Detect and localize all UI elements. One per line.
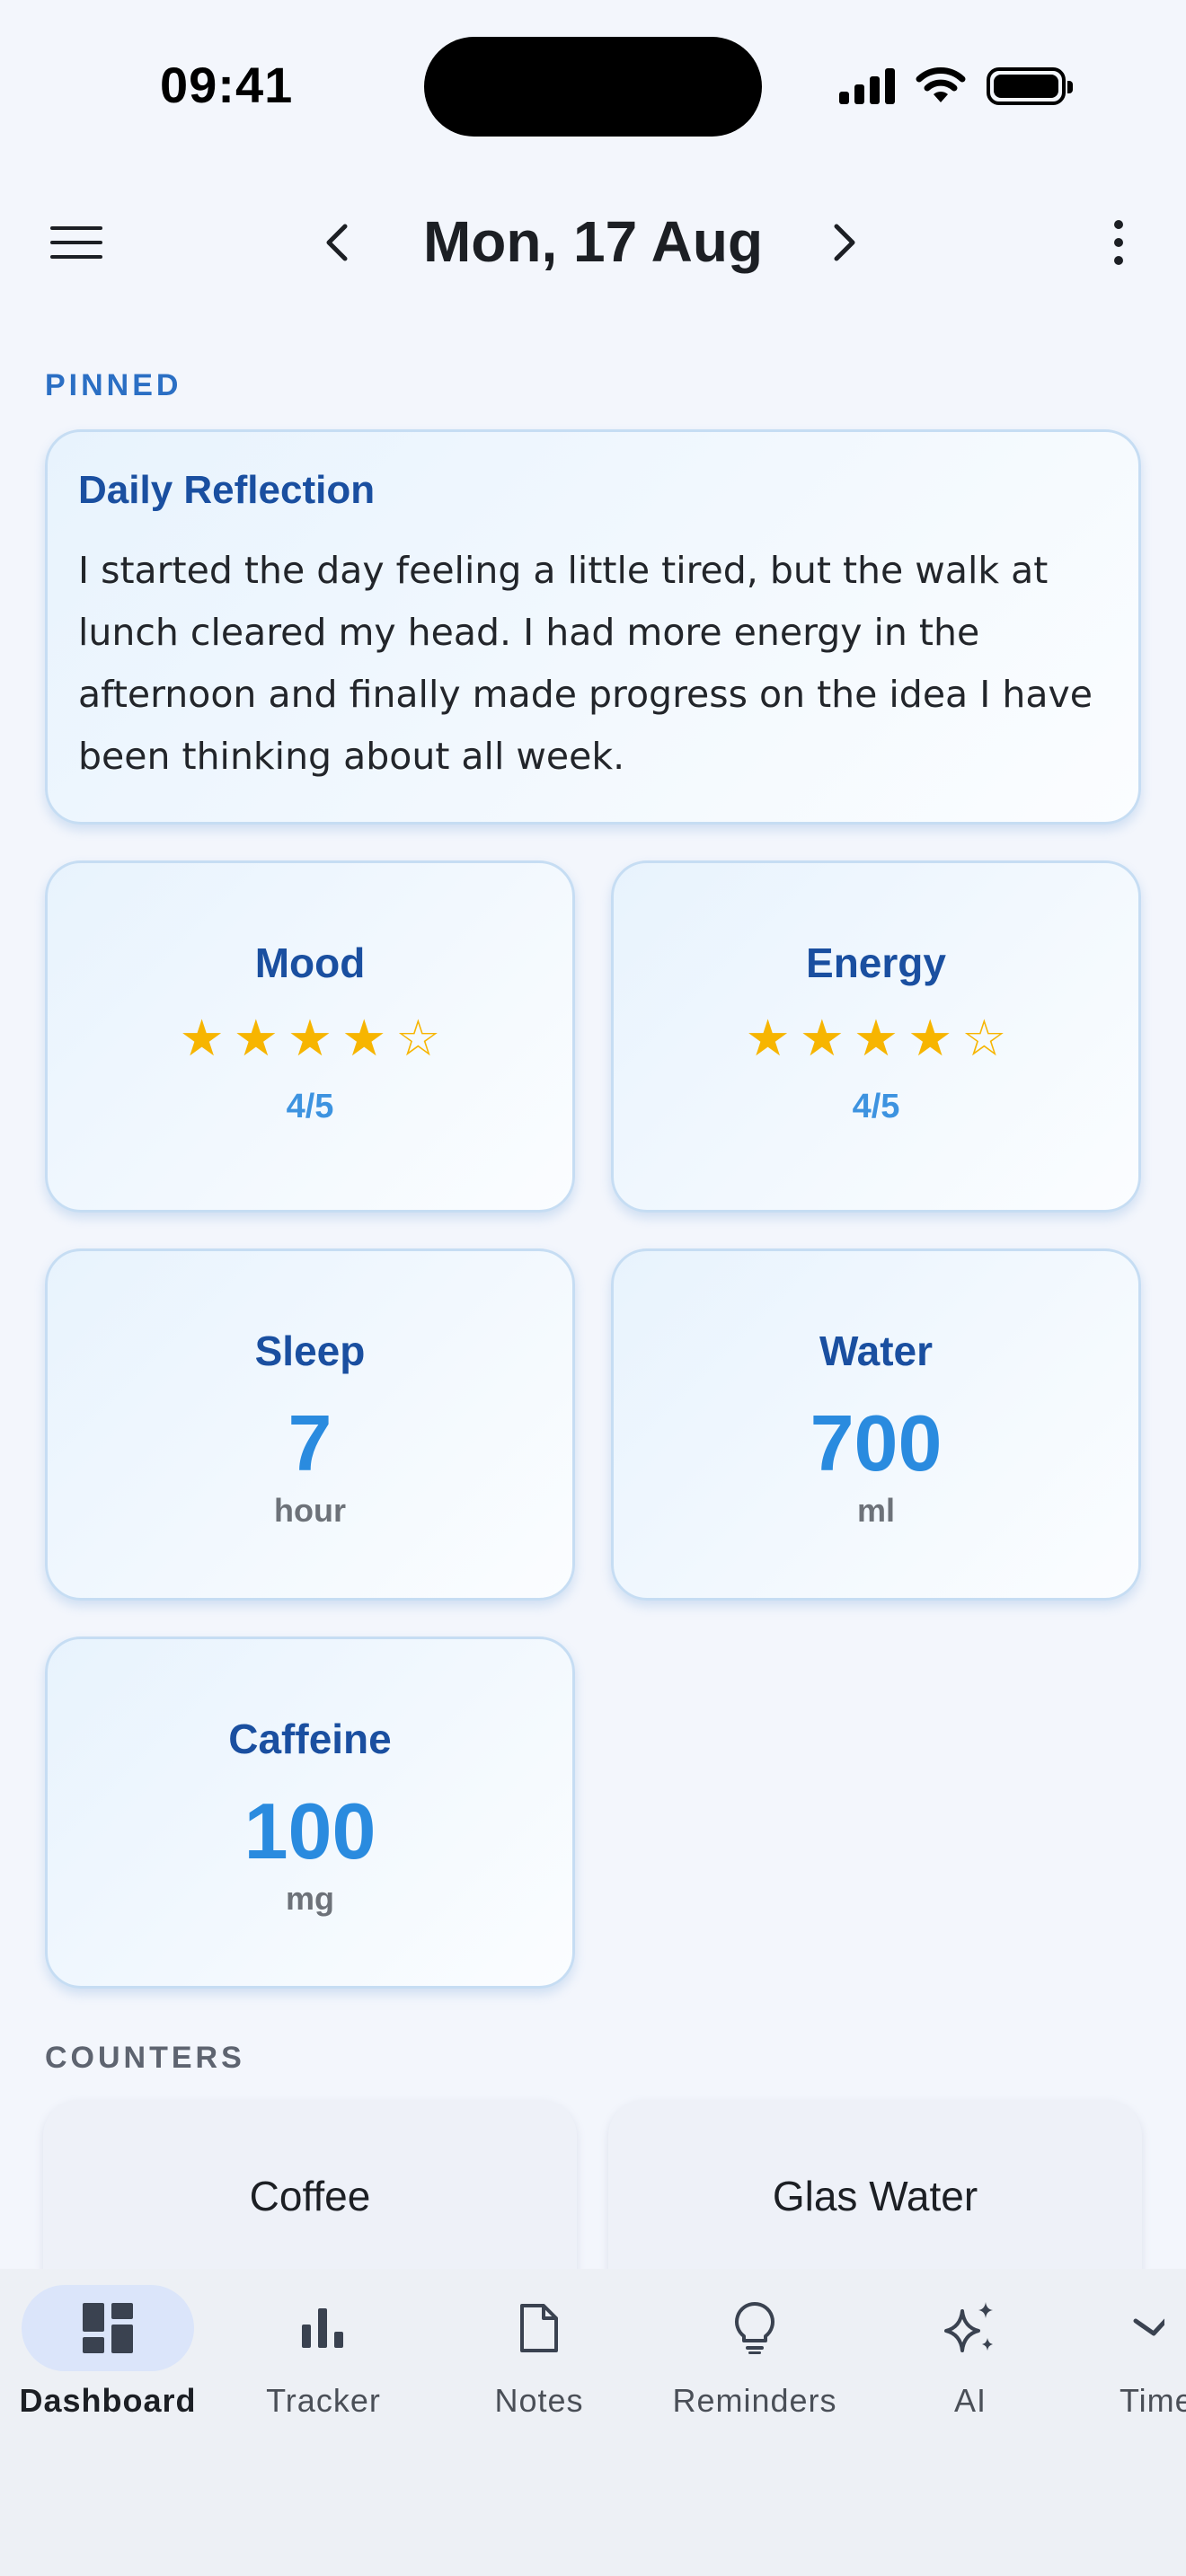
- star-filled-icon[interactable]: ★: [341, 1014, 386, 1064]
- wifi-icon: [916, 67, 966, 102]
- sleep-title: Sleep: [254, 1328, 366, 1374]
- water-title: Water: [819, 1328, 934, 1374]
- bottom-navigation-bar: Dashboard Tracker Notes Reminders AI Tim…: [0, 2269, 1186, 2576]
- water-tile[interactable]: Water 700 ml: [611, 1248, 1141, 1601]
- mood-star-rating: ★ ★ ★ ★ ☆: [48, 1014, 572, 1064]
- more-options-button[interactable]: [1083, 207, 1155, 278]
- cellular-signal-icon: [839, 68, 895, 104]
- nav-item-ai[interactable]: AI: [863, 2285, 1078, 2420]
- counter-title: Coffee: [249, 2173, 371, 2219]
- star-filled-icon[interactable]: ★: [745, 1014, 790, 1064]
- nav-item-tracker[interactable]: Tracker: [216, 2285, 431, 2420]
- status-bar: 09:41: [0, 0, 1186, 171]
- top-app-bar: Mon, 17 Aug: [0, 189, 1186, 296]
- previous-day-button[interactable]: [301, 207, 373, 278]
- energy-star-rating: ★ ★ ★ ★ ☆: [614, 1014, 1138, 1064]
- mood-title: Mood: [254, 940, 366, 986]
- sleep-value: 7: [288, 1398, 332, 1487]
- star-empty-icon[interactable]: ☆: [395, 1014, 440, 1064]
- reflection-text: I started the day feeling a little tired…: [78, 549, 1093, 778]
- sparkles-icon: [944, 2302, 993, 2352]
- water-value: 700: [810, 1398, 943, 1487]
- daily-reflection-card[interactable]: Daily Reflection I started the day feeli…: [45, 429, 1141, 825]
- nav-label: Tracker: [266, 2382, 381, 2419]
- nav-active-indicator: [22, 2285, 194, 2371]
- nav-label: AI: [953, 2382, 987, 2419]
- counters-section-label: COUNTERS: [45, 2041, 245, 2075]
- status-icons: [839, 59, 1073, 113]
- energy-rating-text: 4/5: [852, 1088, 900, 1125]
- nav-label: Time: [1120, 2382, 1186, 2419]
- energy-tile[interactable]: Energy ★ ★ ★ ★ ☆ 4/5: [611, 860, 1141, 1213]
- caffeine-title: Caffeine: [228, 1716, 392, 1762]
- star-empty-icon[interactable]: ☆: [961, 1014, 1006, 1064]
- note-icon: [520, 2304, 558, 2352]
- sleep-unit: hour: [274, 1492, 346, 1529]
- water-unit: ml: [856, 1492, 895, 1529]
- mood-tile[interactable]: Mood ★ ★ ★ ★ ☆ 4/5: [45, 860, 575, 1213]
- star-filled-icon[interactable]: ★: [234, 1014, 279, 1064]
- mood-rating-text: 4/5: [286, 1088, 334, 1125]
- reflection-title: Daily Reflection: [78, 468, 376, 512]
- nav-label: Reminders: [672, 2382, 837, 2419]
- caffeine-tile[interactable]: Caffeine 100 mg: [45, 1636, 575, 1989]
- star-filled-icon[interactable]: ★: [907, 1014, 952, 1064]
- caffeine-unit: mg: [286, 1880, 334, 1917]
- dashboard-icon: [83, 2303, 133, 2353]
- nav-item-reminders[interactable]: Reminders: [647, 2285, 863, 2420]
- nav-label: Dashboard: [19, 2382, 197, 2419]
- lightbulb-icon: [735, 2302, 774, 2354]
- star-filled-icon[interactable]: ★: [179, 1014, 224, 1064]
- chevron-left-icon: [326, 224, 348, 261]
- sleep-tile[interactable]: Sleep 7 hour: [45, 1248, 575, 1601]
- hamburger-menu-icon: [50, 226, 102, 259]
- pinned-section-label: PINNED: [45, 368, 182, 402]
- nav-icon-container: [884, 2285, 1057, 2371]
- bar-chart-icon: [302, 2308, 343, 2348]
- counter-title: Glas Water: [772, 2173, 978, 2219]
- more-vertical-icon: [1114, 220, 1123, 265]
- star-filled-icon[interactable]: ★: [288, 1014, 332, 1064]
- nav-item-dashboard[interactable]: Dashboard: [0, 2285, 216, 2420]
- nav-icon-container: [1078, 2285, 1186, 2371]
- next-day-button[interactable]: [809, 207, 881, 278]
- star-filled-icon[interactable]: ★: [854, 1014, 898, 1064]
- nav-item-notes[interactable]: Notes: [431, 2285, 647, 2420]
- battery-icon: [987, 67, 1073, 105]
- nav-icon-container: [453, 2285, 625, 2371]
- dynamic-island: [424, 37, 762, 137]
- menu-button[interactable]: [36, 207, 117, 278]
- current-date-title[interactable]: Mon, 17 Aug: [377, 208, 809, 275]
- energy-title: Energy: [806, 940, 946, 986]
- nav-icon-container: [668, 2285, 841, 2371]
- nav-icon-container: [237, 2285, 410, 2371]
- status-time: 09:41: [160, 57, 294, 113]
- caffeine-value: 100: [243, 1786, 376, 1875]
- nav-item-time[interactable]: Time: [1078, 2285, 1186, 2420]
- star-filled-icon[interactable]: ★: [800, 1014, 845, 1064]
- nav-label: Notes: [494, 2382, 584, 2419]
- timeline-icon: [1133, 2318, 1164, 2336]
- chevron-right-icon: [834, 224, 855, 261]
